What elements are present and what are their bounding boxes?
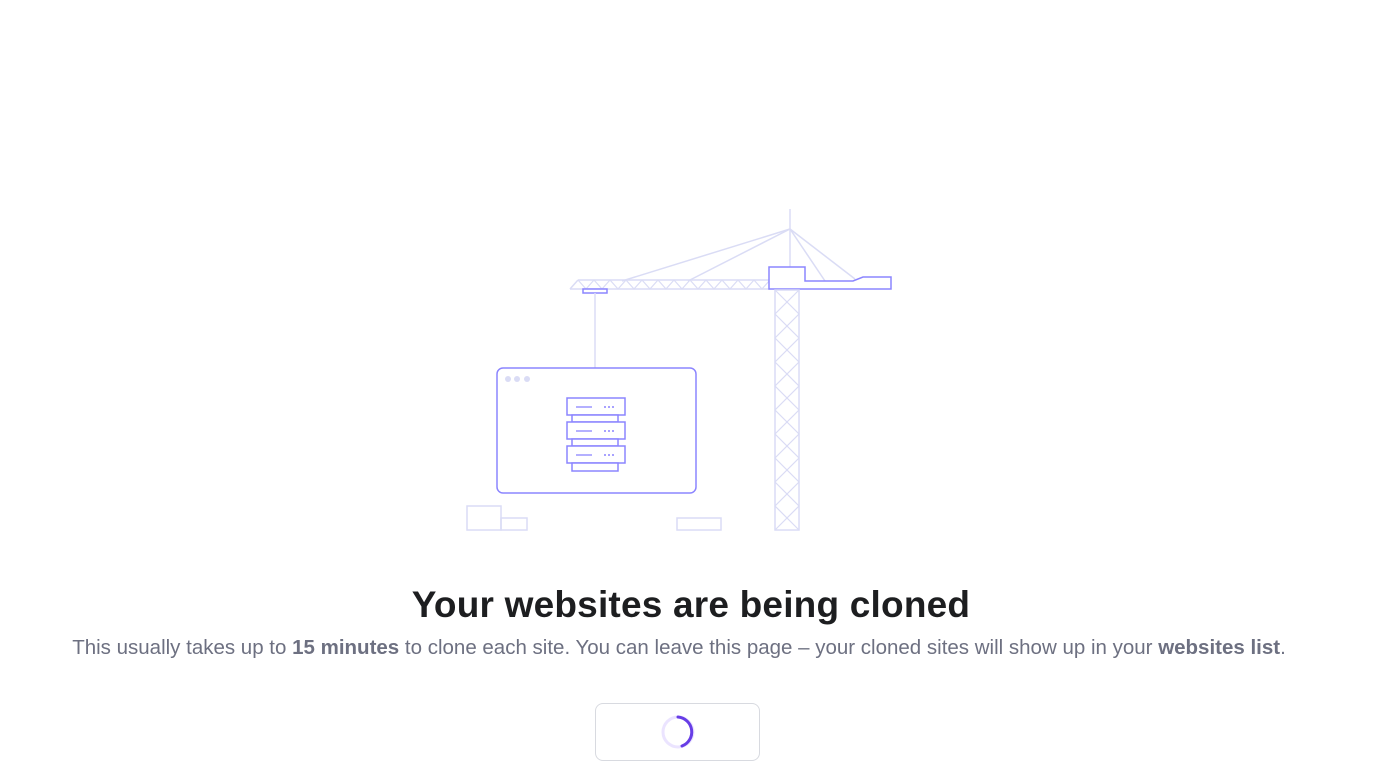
description-text-2: to clone each site. You can leave this p…: [399, 636, 1159, 659]
websites-list-reference: websites list: [1158, 636, 1281, 659]
loading-button[interactable]: [595, 703, 760, 761]
description-text-3: .: [1280, 636, 1286, 659]
page: Your websites are being cloned This usua…: [0, 0, 1382, 781]
crane-server-illustration: [466, 209, 892, 531]
description-text-1: This usually takes up to: [72, 636, 293, 659]
description-duration: 15 minutes: [292, 636, 400, 659]
spinner-icon: [661, 715, 694, 749]
page-description: This usually takes up to 15 minutes to c…: [0, 634, 1358, 662]
page-title: Your websites are being cloned: [411, 584, 971, 625]
